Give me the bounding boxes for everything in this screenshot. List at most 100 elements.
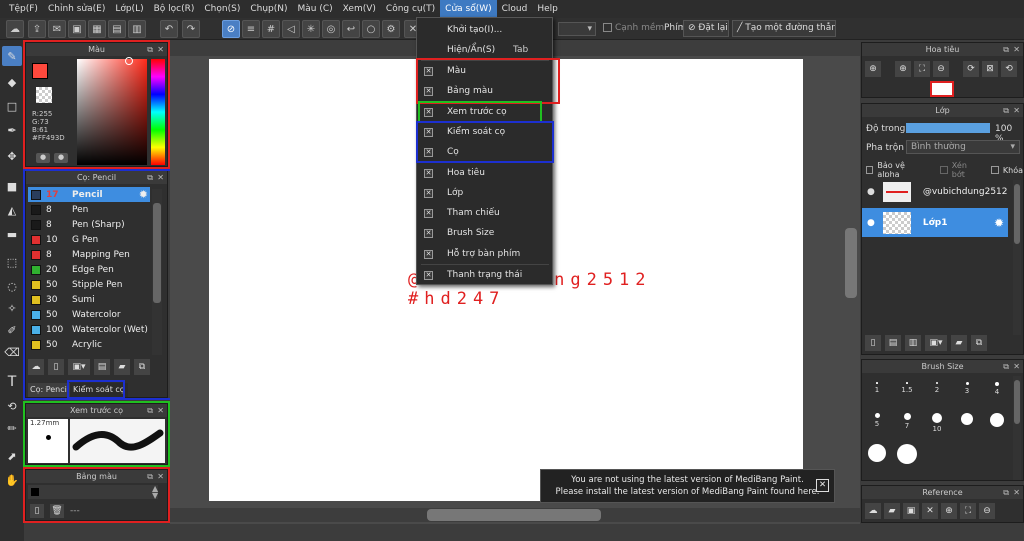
create-line-button[interactable]: ╱ Tạo một đường thẳng (732, 20, 836, 37)
snap-circle-icon[interactable]: ◎ (322, 20, 340, 38)
canvas-hscroll[interactable] (427, 509, 601, 521)
menu-0[interactable]: Tệp(F) (4, 0, 43, 18)
layer-item-active[interactable]: ● Lớp1 ✹ (862, 208, 1008, 237)
menu-3[interactable]: Bộ lọc(R) (149, 0, 200, 18)
snap-off-icon[interactable]: ⊘ (222, 20, 240, 38)
copy-icon[interactable]: ⧉ (971, 335, 987, 351)
gradient-tool-icon[interactable]: ▬ (2, 224, 22, 244)
menu-11[interactable]: Help (532, 0, 563, 18)
close-notice-icon[interactable]: ✕ (816, 479, 829, 492)
clipping-checkbox[interactable] (940, 166, 948, 174)
hand-tool-icon[interactable]: ✋ (2, 470, 22, 490)
fit-icon[interactable]: ⛶ (914, 61, 930, 77)
brush-size-cell[interactable] (952, 409, 982, 441)
move-tool-icon[interactable]: ✥ (2, 146, 22, 166)
gear-icon[interactable]: ✹ (994, 216, 1004, 230)
brush-size-cell[interactable]: 5 (862, 409, 892, 441)
eyedropper-tool-icon[interactable]: ✏ (2, 418, 22, 438)
rotate-icon[interactable]: ⟳ (963, 61, 979, 77)
fit-icon[interactable]: ⛶ (960, 503, 976, 519)
brush-size-cell[interactable]: 4 (982, 378, 1012, 410)
zoom-in-icon[interactable]: ⊕ (941, 503, 957, 519)
menu-7[interactable]: Xem(V) (338, 0, 381, 18)
blend-select[interactable]: Bình thường ▾ (906, 140, 1020, 154)
visible-icon[interactable]: ● (867, 187, 875, 197)
bucket-tool-icon[interactable]: ◭ (2, 200, 22, 220)
menu-item[interactable]: ✕ Brush Size (417, 223, 552, 243)
comment-icon[interactable]: ✉ (48, 20, 66, 38)
menu-item[interactable]: Hiện/Ẩn(S) Tab (417, 40, 552, 60)
brush-size-cell[interactable]: 1.5 (892, 378, 922, 410)
grid-icon[interactable]: ▦ (88, 20, 106, 38)
save-icon[interactable]: ▣ (68, 20, 86, 38)
open-folder-icon[interactable]: ▰ (884, 503, 900, 519)
text-tool-icon[interactable]: T (2, 372, 22, 392)
zoom-out-icon[interactable]: ⊖ (933, 61, 949, 77)
layer-scrollbar[interactable] (1013, 180, 1021, 335)
soft-edge-checkbox[interactable] (603, 23, 612, 32)
redo-icon[interactable]: ↷ (182, 20, 200, 38)
brush-size-cell[interactable] (862, 440, 892, 472)
folder-icon[interactable]: ▰ (951, 335, 967, 351)
menu-2[interactable]: Lớp(L) (110, 0, 148, 18)
brush-size-cell[interactable] (892, 440, 922, 472)
shape-tool-icon[interactable]: □ (2, 96, 22, 116)
menu-6[interactable]: Màu (C) (293, 0, 338, 18)
menu-10[interactable]: Cloud (497, 0, 533, 18)
lock-checkbox[interactable] (991, 166, 999, 174)
menu-item[interactable]: Khởi tạo(I)... (417, 20, 552, 40)
menu-item[interactable]: ✕ Hoa tiêu (417, 163, 552, 183)
flip-icon[interactable]: ⟲ (1001, 61, 1017, 77)
opacity-slider[interactable] (906, 123, 990, 133)
rotate-reset-icon[interactable]: ⊠ (982, 61, 998, 77)
brush-size-cell[interactable]: 10 (922, 409, 952, 441)
reset-button[interactable]: ⊘ Đặt lại (683, 20, 729, 37)
menu-item[interactable]: ✕ Thanh trạng thái (417, 265, 552, 285)
zoom-in-2-icon[interactable]: ⊕ (895, 61, 911, 77)
eraser-tool-icon[interactable]: ◆ (2, 72, 22, 92)
brush-size-cell[interactable]: 1 (862, 378, 892, 410)
select-eraser-tool-icon[interactable]: ⌫ (2, 342, 22, 362)
update-notice[interactable]: You are not using the latest version of … (540, 469, 835, 503)
snap-radial-icon[interactable]: ✳ (302, 20, 320, 38)
fill-rect-tool-icon[interactable]: ■ (2, 176, 22, 196)
upload-icon[interactable]: ⇪ (28, 20, 46, 38)
new-layer-2-icon[interactable]: ▤ (885, 335, 901, 351)
add-layer-icon[interactable]: ▣▾ (925, 335, 947, 351)
layer-item-text[interactable]: ● @vubichdung2512 (862, 177, 1008, 206)
menu-item[interactable]: ✕ Tham chiếu (417, 203, 552, 223)
dropdown[interactable]: ▾ (558, 22, 596, 36)
divide-tool-icon[interactable]: ⟲ (2, 396, 22, 416)
menu-item[interactable]: ✕ Hỗ trợ bàn phím (417, 244, 552, 264)
brush-size-cell[interactable] (982, 409, 1012, 441)
new-layer-icon[interactable]: ▯ (865, 335, 881, 351)
delete-icon[interactable]: ✕ (922, 503, 938, 519)
zoom-out-icon[interactable]: ⊖ (979, 503, 995, 519)
magic-wand-tool-icon[interactable]: ✧ (2, 298, 22, 318)
brush-size-cell[interactable]: 7 (892, 409, 922, 441)
image-icon[interactable]: ▣ (903, 503, 919, 519)
menu-1[interactable]: Chỉnh sửa(E) (43, 0, 110, 18)
menu-4[interactable]: Chọn(S) (199, 0, 245, 18)
operation-tool-icon[interactable]: ⬈ (2, 446, 22, 466)
brush-size-cell[interactable]: 2 (922, 378, 952, 410)
menu-5[interactable]: Chụp(N) (245, 0, 292, 18)
layout-icon[interactable]: ▤ (108, 20, 126, 38)
menu-8[interactable]: Công cụ(T) (381, 0, 440, 18)
snap-curve-icon[interactable]: ↩ (342, 20, 360, 38)
protect-alpha-checkbox[interactable] (866, 166, 874, 174)
brush-size-cell[interactable]: 3 (952, 378, 982, 410)
cloud-icon[interactable]: ☁ (865, 503, 881, 519)
canvas-vscroll[interactable] (845, 228, 857, 298)
snap-parallel-icon[interactable]: ≡ (242, 20, 260, 38)
snap-ellipse-icon[interactable]: ○ (362, 20, 380, 38)
duplicate-layer-icon[interactable]: ▥ (905, 335, 921, 351)
pen-tool-icon[interactable]: ✒ (2, 120, 22, 140)
lasso-tool-icon[interactable]: ◌ (2, 276, 22, 296)
undo-icon[interactable]: ↶ (160, 20, 178, 38)
menu-9[interactable]: Cửa sổ(W) (440, 0, 497, 18)
snap-vanish-icon[interactable]: ◁ (282, 20, 300, 38)
snap-cross-icon[interactable]: # (262, 20, 280, 38)
select-rect-tool-icon[interactable]: ⬚ (2, 252, 22, 272)
navigator-thumbnail[interactable] (930, 81, 954, 97)
